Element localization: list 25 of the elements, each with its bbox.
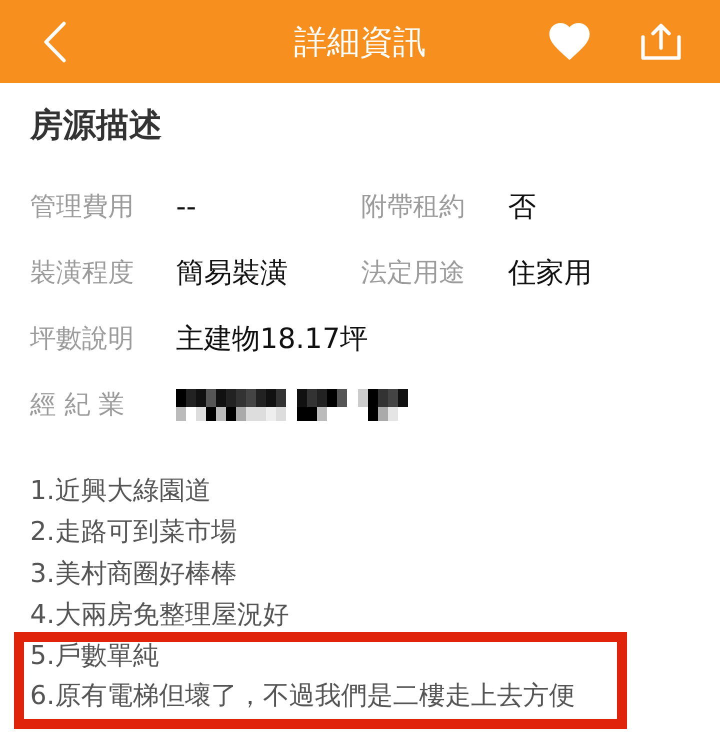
share-button[interactable] (641, 23, 681, 60)
page-title: 詳細資訊 (294, 20, 426, 62)
description-line: 6.原有電梯但壞了，不過我們是二樓走上去方便 (30, 682, 576, 710)
field-label: 經 紀 業 (30, 389, 126, 422)
share-icon (641, 23, 681, 60)
field-label: 法定用途 (361, 257, 466, 290)
field-label: 管理費用 (30, 191, 135, 224)
field-label: 坪數說明 (30, 323, 135, 356)
description-line: 5.戶數單純 (30, 642, 160, 670)
field-value: 簡易裝潢 (176, 255, 288, 291)
field-value: -- (176, 189, 196, 225)
field-value: 主建物18.17坪 (176, 321, 368, 357)
favorite-button[interactable] (548, 23, 591, 60)
section-title: 房源描述 (30, 105, 163, 145)
heart-icon (548, 23, 591, 60)
field-label: 裝潢程度 (30, 257, 135, 290)
field-value: 住家用 (508, 255, 592, 291)
back-button[interactable] (43, 20, 67, 62)
description-line: 3.美村商圈好棒棒 (30, 560, 238, 588)
field-value: 否 (508, 189, 536, 225)
description-line: 4.大兩房免整理屋況好 (30, 600, 290, 629)
description-line: 2.走路可到菜市場 (30, 518, 238, 546)
back-chevron-icon (43, 20, 67, 62)
description-line: 1.近興大綠園道 (30, 477, 212, 505)
field-label: 附帶租約 (361, 191, 466, 224)
